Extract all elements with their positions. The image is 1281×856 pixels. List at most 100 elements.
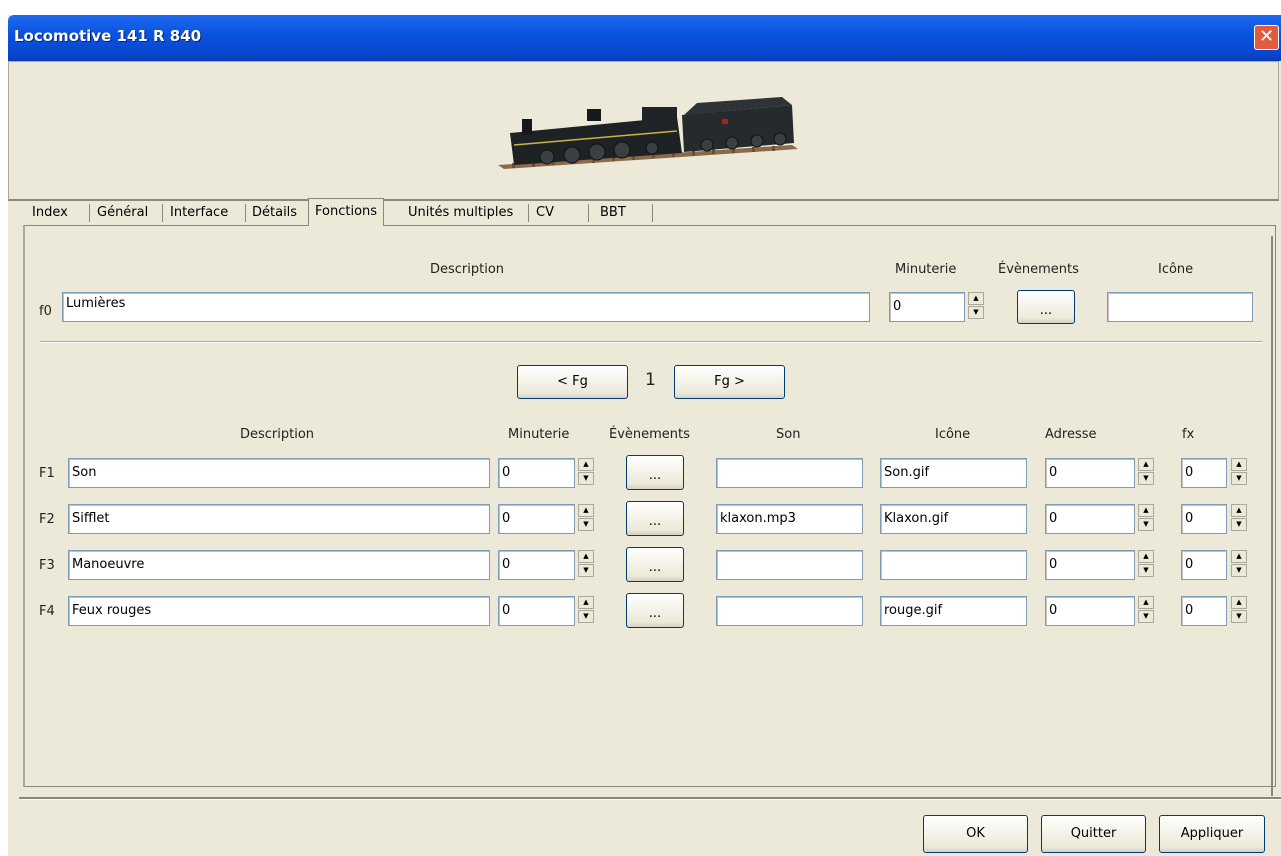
function-timer-spinner[interactable]: ▲ ▼: [578, 458, 595, 486]
spin-up-icon[interactable]: ▲: [1138, 504, 1154, 517]
function-description-field[interactable]: Feux rouges: [68, 596, 490, 626]
function-events-button[interactable]: ...: [626, 593, 684, 628]
tab-fonctions[interactable]: Fonctions: [308, 198, 385, 226]
function-address-spinner[interactable]: ▲ ▼: [1138, 550, 1155, 578]
spin-up-icon[interactable]: ▲: [968, 292, 984, 305]
tab-separator: [162, 204, 163, 222]
function-fx-spinner[interactable]: ▲ ▼: [1231, 458, 1248, 486]
tab-separator: [588, 204, 589, 222]
f0-timer-field[interactable]: 0: [889, 292, 965, 322]
locomotive-image: [498, 97, 798, 169]
function-fx-field[interactable]: 0: [1181, 504, 1227, 534]
prev-group-button[interactable]: < Fg: [517, 365, 628, 399]
spin-up-icon[interactable]: ▲: [578, 550, 594, 563]
function-fx-field[interactable]: 0: [1181, 458, 1227, 488]
description-header: Description: [240, 427, 315, 442]
function-sound-field[interactable]: [716, 458, 863, 488]
events-header: Évènements: [609, 427, 690, 442]
spin-down-icon[interactable]: ▼: [1231, 610, 1247, 623]
f0-icon-field[interactable]: [1107, 292, 1253, 322]
function-events-button[interactable]: ...: [626, 547, 684, 582]
spin-down-icon[interactable]: ▼: [1138, 610, 1154, 623]
function-address-field[interactable]: 0: [1045, 504, 1135, 534]
fx-header: fx: [1182, 427, 1195, 442]
spin-down-icon[interactable]: ▼: [1231, 518, 1247, 531]
spin-down-icon[interactable]: ▼: [1138, 472, 1154, 485]
function-sound-field[interactable]: [716, 550, 863, 580]
function-description-field[interactable]: Sifflet: [68, 504, 490, 534]
spin-up-icon[interactable]: ▲: [1231, 550, 1247, 563]
tab-separator: [245, 204, 246, 222]
function-sound-field[interactable]: [716, 596, 863, 626]
function-address-spinner[interactable]: ▲ ▼: [1138, 596, 1155, 624]
function-events-button[interactable]: ...: [626, 501, 684, 536]
function-fx-field[interactable]: 0: [1181, 596, 1227, 626]
tab-general[interactable]: Général: [97, 201, 148, 225]
tab-details[interactable]: Détails: [252, 201, 297, 225]
apply-button[interactable]: Appliquer: [1159, 815, 1265, 853]
ok-button[interactable]: OK: [923, 815, 1028, 853]
spin-up-icon[interactable]: ▲: [578, 458, 594, 471]
spin-up-icon[interactable]: ▲: [1138, 550, 1154, 563]
spin-up-icon[interactable]: ▲: [1231, 504, 1247, 517]
function-events-button[interactable]: ...: [626, 455, 684, 490]
function-icon-field[interactable]: Son.gif: [880, 458, 1027, 488]
spin-up-icon[interactable]: ▲: [1231, 458, 1247, 471]
function-timer-spinner[interactable]: ▲ ▼: [578, 550, 595, 578]
spin-down-icon[interactable]: ▼: [1231, 564, 1247, 577]
function-address-field[interactable]: 0: [1045, 458, 1135, 488]
function-fx-spinner[interactable]: ▲ ▼: [1231, 504, 1248, 532]
function-timer-spinner[interactable]: ▲ ▼: [578, 504, 595, 532]
spin-down-icon[interactable]: ▼: [1138, 564, 1154, 577]
tab-interface[interactable]: Interface: [170, 201, 228, 225]
spin-up-icon[interactable]: ▲: [1138, 458, 1154, 471]
function-timer-field[interactable]: 0: [498, 596, 575, 626]
spin-down-icon[interactable]: ▼: [578, 610, 594, 623]
spin-up-icon[interactable]: ▲: [1138, 596, 1154, 609]
function-fx-field[interactable]: 0: [1181, 550, 1227, 580]
footer-divider: [19, 797, 1281, 800]
spin-up-icon[interactable]: ▲: [1231, 596, 1247, 609]
function-address-field[interactable]: 0: [1045, 550, 1135, 580]
f0-events-button[interactable]: ...: [1017, 290, 1075, 324]
f0-description-field[interactable]: Lumières: [62, 292, 870, 322]
spin-down-icon[interactable]: ▼: [578, 472, 594, 485]
spin-down-icon[interactable]: ▼: [578, 564, 594, 577]
function-timer-field[interactable]: 0: [498, 550, 575, 580]
tab-index[interactable]: Index: [32, 201, 68, 225]
next-group-button[interactable]: Fg >: [674, 365, 785, 399]
function-icon-field[interactable]: rouge.gif: [880, 596, 1027, 626]
function-fx-spinner[interactable]: ▲ ▼: [1231, 550, 1248, 578]
function-icon-field[interactable]: Klaxon.gif: [880, 504, 1027, 534]
function-address-spinner[interactable]: ▲ ▼: [1138, 504, 1155, 532]
f0-timer-spinner[interactable]: ▲ ▼: [968, 292, 985, 320]
function-fx-spinner[interactable]: ▲ ▼: [1231, 596, 1248, 624]
function-timer-spinner[interactable]: ▲ ▼: [578, 596, 595, 624]
tab-unites-multiples[interactable]: Unités multiples: [408, 201, 513, 225]
f0-icon-header: Icône: [1158, 262, 1194, 277]
function-address-spinner[interactable]: ▲ ▼: [1138, 458, 1155, 486]
function-icon-field[interactable]: [880, 550, 1027, 580]
title-bar[interactable]: Locomotive 141 R 840 ✕: [8, 15, 1281, 61]
spin-down-icon[interactable]: ▼: [1231, 472, 1247, 485]
spin-down-icon[interactable]: ▼: [578, 518, 594, 531]
function-timer-field[interactable]: 0: [498, 504, 575, 534]
tab-separator: [528, 204, 529, 222]
address-header: Adresse: [1045, 427, 1097, 442]
spin-down-icon[interactable]: ▼: [968, 306, 984, 319]
quit-button[interactable]: Quitter: [1041, 815, 1146, 853]
close-button[interactable]: ✕: [1254, 25, 1279, 50]
spin-up-icon[interactable]: ▲: [578, 504, 594, 517]
window-title: Locomotive 141 R 840: [14, 27, 202, 45]
function-sound-field[interactable]: klaxon.mp3: [716, 504, 863, 534]
function-description-field[interactable]: Son: [68, 458, 490, 488]
function-description-field[interactable]: Manoeuvre: [68, 550, 490, 580]
tab-bbt[interactable]: BBT: [600, 201, 626, 225]
tab-separator: [652, 204, 653, 222]
spin-down-icon[interactable]: ▼: [1138, 518, 1154, 531]
function-timer-field[interactable]: 0: [498, 458, 575, 488]
function-address-field[interactable]: 0: [1045, 596, 1135, 626]
tab-separator: [89, 204, 90, 222]
tab-cv[interactable]: CV: [536, 201, 554, 225]
spin-up-icon[interactable]: ▲: [578, 596, 594, 609]
